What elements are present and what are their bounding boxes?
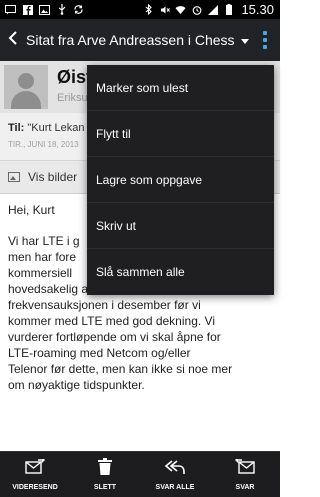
overflow-dot-icon <box>263 45 267 49</box>
forward-button[interactable]: VIDERESEND <box>0 452 70 497</box>
forward-mail-icon <box>25 456 45 480</box>
delete-button[interactable]: SLETT <box>70 452 140 497</box>
battery-icon <box>223 4 234 15</box>
reply-all-button[interactable]: SVAR ALLE <box>140 452 210 497</box>
menu-item-save-as-task[interactable]: Lagre som oppgave <box>87 157 274 203</box>
to-label: Til: <box>8 122 25 134</box>
overflow-dot-icon <box>263 38 267 42</box>
facebook-icon <box>22 4 33 15</box>
overflow-menu-button[interactable] <box>250 19 280 61</box>
sync-icon <box>73 4 84 15</box>
overflow-dot-icon <box>263 31 267 35</box>
overflow-menu: Marker som ulest Flytt til Lagre som opp… <box>87 65 274 295</box>
sender-subtitle: Eriksu <box>57 92 88 104</box>
photo-icon <box>39 4 50 15</box>
dropdown-caret-icon[interactable] <box>240 38 249 44</box>
status-left-icons <box>0 4 84 15</box>
bottom-action-bar: VIDERESEND SLETT SVAR ALLE SVAR <box>0 451 280 497</box>
trash-icon <box>98 458 112 480</box>
signal-icon <box>207 4 218 15</box>
chevron-left-icon <box>8 30 18 50</box>
menu-item-merge-all[interactable]: Slå sammen alle <box>87 249 274 295</box>
bluetooth-icon <box>143 4 154 15</box>
image-icon <box>8 172 20 182</box>
reply-label: SVAR <box>235 483 255 491</box>
message-date: TIR., JUNI 18, 2013 <box>8 140 79 149</box>
avatar[interactable] <box>4 65 48 109</box>
status-bar: 15.30 <box>0 0 280 19</box>
action-bar: Sitat fra Arve Andreassen i Chess <box>0 19 280 61</box>
mute-icon <box>159 4 170 15</box>
thread-title[interactable]: Sitat fra Arve Andreassen i Chess <box>26 32 235 48</box>
delete-label: SLETT <box>93 484 117 491</box>
reply-all-icon <box>164 459 186 480</box>
wifi-icon <box>175 4 186 15</box>
reply-all-label: SVAR ALLE <box>155 483 195 491</box>
menu-item-mark-unread[interactable]: Marker som ulest <box>87 65 274 111</box>
status-right-icons: 15.30 <box>143 2 280 17</box>
alarm-icon <box>191 4 202 15</box>
to-value: "Kurt Lekan <box>27 122 85 134</box>
forward-label: VIDERESEND <box>12 483 58 491</box>
reply-mail-icon <box>235 456 255 480</box>
menu-item-print[interactable]: Skriv ut <box>87 203 274 249</box>
menu-item-move-to[interactable]: Flytt til <box>87 111 274 157</box>
usb-icon <box>56 4 67 15</box>
reply-button[interactable]: SVAR <box>210 452 280 497</box>
message-icon <box>5 4 16 15</box>
to-line: Til: "Kurt Lekan <box>8 122 84 134</box>
status-time: 15.30 <box>241 2 274 17</box>
show-images-label: Vis bilder <box>28 170 78 184</box>
back-button[interactable] <box>0 19 26 61</box>
